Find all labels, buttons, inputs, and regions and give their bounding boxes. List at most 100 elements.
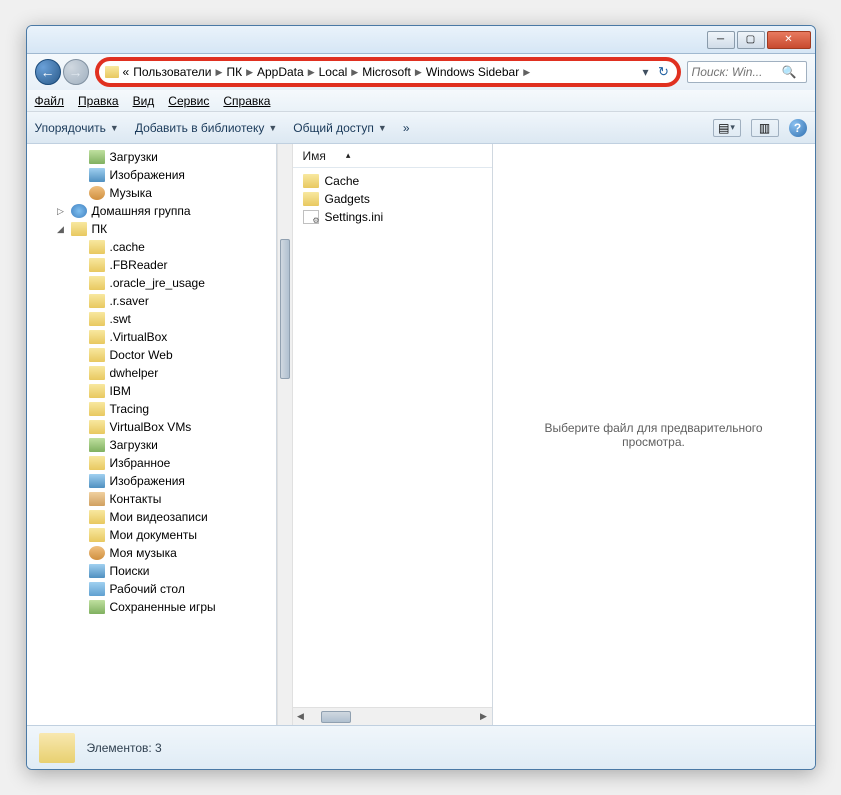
sidebar-scrollbar[interactable]: [277, 144, 293, 725]
folder-icon: [89, 294, 105, 308]
chevron-right-icon[interactable]: ▶: [246, 67, 253, 78]
chevron-right-icon[interactable]: ▶: [351, 67, 358, 78]
file-list[interactable]: Cache Gadgets Settings.ini: [293, 168, 492, 707]
tree-item[interactable]: ▷Домашняя группа: [27, 202, 276, 220]
more-button[interactable]: »: [403, 121, 410, 135]
tree-item[interactable]: Мои документы: [27, 526, 276, 544]
tree-item-label: IBM: [110, 384, 131, 398]
folder-icon: [89, 312, 105, 326]
breadcrumb-item[interactable]: Microsoft: [362, 65, 411, 79]
tree-item[interactable]: Tracing: [27, 400, 276, 418]
expand-icon[interactable]: ▷: [56, 206, 66, 217]
tree-item-label: .cache: [110, 240, 145, 254]
breadcrumb-item[interactable]: ПК: [226, 65, 242, 79]
tree-item[interactable]: dwhelper: [27, 364, 276, 382]
folder-icon: [89, 330, 105, 344]
tree-item[interactable]: Моя музыка: [27, 544, 276, 562]
address-bar[interactable]: « Пользователи▶ ПК▶ AppData▶ Local▶ Micr…: [99, 61, 639, 83]
menu-view[interactable]: Вид: [133, 94, 155, 108]
forward-button[interactable]: →: [63, 59, 89, 85]
tree-item-label: Рабочий стол: [110, 582, 185, 596]
tree-item[interactable]: Контакты: [27, 490, 276, 508]
navigation-pane[interactable]: Загрузки Изображения Музыка▷Домашняя групп…: [27, 144, 277, 725]
chevron-right-icon[interactable]: ▶: [216, 67, 223, 78]
menu-file[interactable]: Файл: [35, 94, 65, 108]
breadcrumb-item[interactable]: Пользователи: [133, 65, 211, 79]
folder-icon: [89, 240, 105, 254]
tree-item[interactable]: .swt: [27, 310, 276, 328]
file-name: Gadgets: [325, 192, 370, 206]
user-icon: [71, 222, 87, 236]
minimize-button[interactable]: ─: [707, 31, 735, 49]
folder-icon: [89, 384, 105, 398]
file-item[interactable]: Settings.ini: [297, 208, 488, 226]
column-name-header[interactable]: Имя: [303, 149, 326, 163]
chevron-right-icon[interactable]: ▶: [415, 67, 422, 78]
horizontal-scrollbar[interactable]: ◀ ▶: [293, 707, 492, 725]
preview-pane-button[interactable]: ▥: [751, 119, 779, 137]
refresh-button[interactable]: ↻: [655, 63, 673, 81]
tree-item[interactable]: Загрузки: [27, 148, 276, 166]
scrollbar-thumb[interactable]: [280, 239, 290, 379]
chevron-right-icon[interactable]: ▶: [523, 67, 530, 78]
folder-icon: [303, 192, 319, 206]
add-library-button[interactable]: Добавить в библиотеку▼: [135, 121, 277, 135]
tree-item[interactable]: Сохраненные игры: [27, 598, 276, 616]
search-icon[interactable]: 🔍: [782, 65, 797, 79]
tree-item-label: Контакты: [110, 492, 162, 506]
titlebar[interactable]: ─ ▢ ✕: [27, 26, 815, 54]
tree-item[interactable]: Загрузки: [27, 436, 276, 454]
status-text: Элементов: 3: [87, 741, 162, 755]
address-dropdown-button[interactable]: ▾: [639, 65, 653, 79]
tree-item-label: Изображения: [110, 474, 185, 488]
tree-item[interactable]: VirtualBox VMs: [27, 418, 276, 436]
view-options-button[interactable]: ▤▾: [713, 119, 741, 137]
tree-item[interactable]: Поиски: [27, 562, 276, 580]
back-button[interactable]: ←: [35, 59, 61, 85]
search-input[interactable]: [692, 65, 782, 79]
organize-button[interactable]: Упорядочить▼: [35, 121, 119, 135]
content-area: Загрузки Изображения Музыка▷Домашняя групп…: [27, 144, 815, 725]
scrollbar-thumb[interactable]: [321, 711, 351, 723]
breadcrumb-item[interactable]: Windows Sidebar: [426, 65, 519, 79]
tree-item-label: Tracing: [110, 402, 150, 416]
maximize-button[interactable]: ▢: [737, 31, 765, 49]
tree-item[interactable]: Изображения: [27, 166, 276, 184]
preview-placeholder-text: Выберите файл для предварительного просм…: [513, 421, 795, 449]
tree-item[interactable]: IBM: [27, 382, 276, 400]
breadcrumb-item[interactable]: Local: [319, 65, 348, 79]
file-item[interactable]: Gadgets: [297, 190, 488, 208]
nav-row: ← → « Пользователи▶ ПК▶ AppData▶ Local▶ …: [27, 54, 815, 90]
column-header[interactable]: Имя ▴: [293, 144, 492, 168]
chevron-right-icon[interactable]: ▶: [308, 67, 315, 78]
tree-item[interactable]: .VirtualBox: [27, 328, 276, 346]
tree-item[interactable]: Мои видеозаписи: [27, 508, 276, 526]
folder-icon: [303, 174, 319, 188]
tree-item[interactable]: .r.saver: [27, 292, 276, 310]
breadcrumb-item[interactable]: AppData: [257, 65, 304, 79]
tree-item[interactable]: .FBReader: [27, 256, 276, 274]
share-button[interactable]: Общий доступ▼: [293, 121, 387, 135]
music-icon: [89, 546, 105, 560]
file-item[interactable]: Cache: [297, 172, 488, 190]
tree-item[interactable]: Рабочий стол: [27, 580, 276, 598]
tree-item[interactable]: .oracle_jre_usage: [27, 274, 276, 292]
tree-item[interactable]: ◢ПК: [27, 220, 276, 238]
close-button[interactable]: ✕: [767, 31, 811, 49]
menu-edit[interactable]: Правка: [78, 94, 119, 108]
tree-item[interactable]: .cache: [27, 238, 276, 256]
menu-tools[interactable]: Сервис: [168, 94, 209, 108]
menu-help[interactable]: Справка: [223, 94, 270, 108]
chevron-down-icon: ▼: [378, 123, 387, 133]
folder-icon: [89, 348, 105, 362]
tree-item-label: Избранное: [110, 456, 171, 470]
tree-item[interactable]: Избранное: [27, 454, 276, 472]
search-box[interactable]: 🔍: [687, 61, 807, 83]
tree-item[interactable]: Doctor Web: [27, 346, 276, 364]
tree-item[interactable]: Музыка: [27, 184, 276, 202]
help-button[interactable]: ?: [789, 119, 807, 137]
tree-item-label: Изображения: [110, 168, 185, 182]
expand-icon[interactable]: ◢: [56, 224, 66, 235]
tree-item-label: VirtualBox VMs: [110, 420, 192, 434]
tree-item[interactable]: Изображения: [27, 472, 276, 490]
